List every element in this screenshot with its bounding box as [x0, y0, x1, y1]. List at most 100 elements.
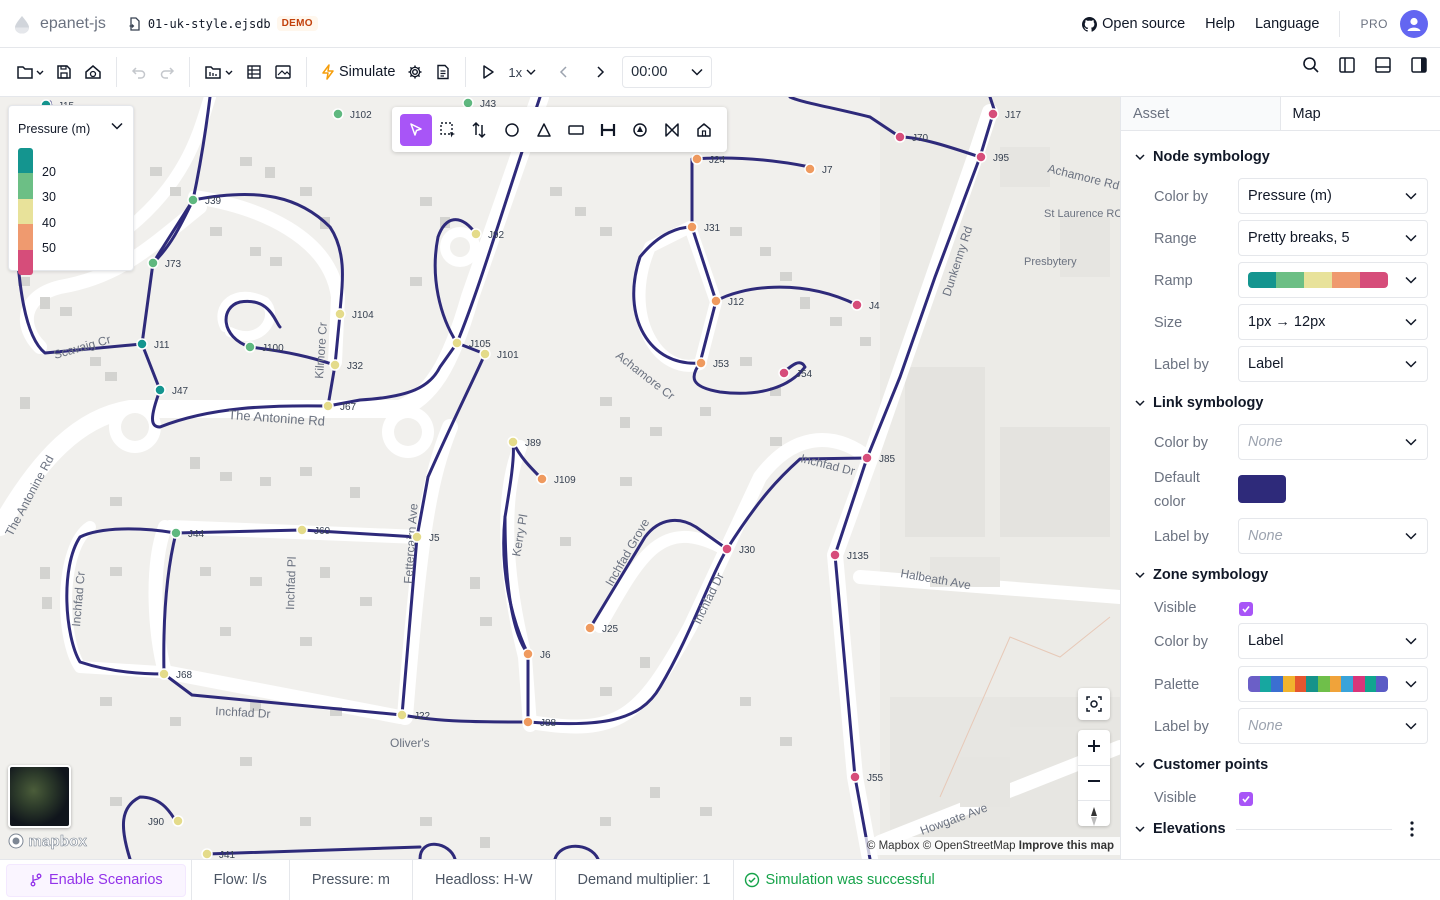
- zone-label-by-select[interactable]: None: [1238, 708, 1428, 744]
- import-menu-button[interactable]: [198, 56, 240, 88]
- junction-node[interactable]: [479, 348, 491, 360]
- mapbox-attribution-link[interactable]: © Mapbox: [867, 840, 920, 852]
- simulation-settings-button[interactable]: [401, 56, 429, 88]
- toggle-left-panel-icon[interactable]: [1338, 56, 1356, 74]
- osm-attribution-link[interactable]: © OpenStreetMap: [923, 840, 1016, 852]
- customer-points-visible-checkbox[interactable]: [1239, 792, 1253, 806]
- time-select[interactable]: 00:00: [622, 56, 713, 88]
- zoom-in-icon[interactable]: [1078, 730, 1110, 762]
- junction-node[interactable]: [396, 709, 408, 721]
- speed-select[interactable]: 1x: [502, 56, 542, 88]
- node-symbology-header[interactable]: Node symbology: [1135, 149, 1270, 165]
- improve-map-link[interactable]: Improve this map: [1019, 840, 1114, 852]
- open-menu-button[interactable]: [10, 56, 50, 88]
- undo-button[interactable]: [125, 56, 153, 88]
- link-symbology-header[interactable]: Link symbology: [1135, 395, 1263, 411]
- junction-node[interactable]: [332, 108, 344, 120]
- tab-asset[interactable]: Asset: [1121, 97, 1281, 130]
- junction-node[interactable]: [584, 622, 596, 634]
- junction-node[interactable]: [691, 153, 703, 165]
- junction-node[interactable]: [804, 163, 816, 175]
- language-link[interactable]: Language: [1255, 16, 1320, 32]
- junction-node[interactable]: [721, 543, 733, 555]
- report-button[interactable]: [429, 56, 457, 88]
- junction-node[interactable]: [778, 367, 790, 379]
- junction-node[interactable]: [829, 549, 841, 561]
- junction-node[interactable]: [334, 308, 346, 320]
- junction-node[interactable]: [296, 524, 308, 536]
- valve-tool-button[interactable]: [656, 114, 688, 146]
- play-button[interactable]: [474, 56, 502, 88]
- customer-points-header[interactable]: Customer points: [1135, 757, 1268, 773]
- junction-node[interactable]: [710, 295, 722, 307]
- chevron-down-icon[interactable]: [111, 122, 123, 130]
- pressure-units[interactable]: Pressure: m: [290, 859, 414, 900]
- junction-node[interactable]: [147, 257, 159, 269]
- zone-palette-select[interactable]: [1238, 666, 1428, 702]
- image-button[interactable]: [268, 56, 298, 88]
- junction-node[interactable]: [451, 337, 463, 349]
- compass-icon[interactable]: [1078, 801, 1110, 832]
- pump-tool-button[interactable]: [624, 114, 656, 146]
- demand-multiplier[interactable]: Demand multiplier: 1: [556, 859, 734, 900]
- enable-scenarios-button[interactable]: Enable Scenarios: [6, 863, 186, 897]
- junction-node[interactable]: [695, 357, 707, 369]
- junction-node[interactable]: [170, 527, 182, 539]
- junction-node[interactable]: [187, 194, 199, 206]
- previous-step-button[interactable]: [550, 56, 578, 88]
- open-source-link[interactable]: Open source: [1082, 16, 1185, 32]
- node-range-select[interactable]: Pretty breaks, 5: [1238, 220, 1428, 256]
- zone-color-by-select[interactable]: Label: [1238, 623, 1428, 659]
- save-button[interactable]: [50, 56, 78, 88]
- more-options-icon[interactable]: [1408, 820, 1416, 838]
- user-avatar[interactable]: [1400, 10, 1428, 38]
- node-label-by-select[interactable]: Label: [1238, 346, 1428, 382]
- map-canvas[interactable]: Scavaig Cr The Antonine Rd Kilmore Cr Ac…: [0, 97, 1120, 859]
- junction-node[interactable]: [154, 384, 166, 396]
- area-select-tool-button[interactable]: [432, 114, 464, 146]
- junction-node[interactable]: [329, 359, 341, 371]
- zone-visible-checkbox[interactable]: [1239, 602, 1253, 616]
- node-ramp-select[interactable]: [1238, 262, 1428, 298]
- junction-node[interactable]: [536, 473, 548, 485]
- tank-tool-button[interactable]: [560, 114, 592, 146]
- junction-node[interactable]: [136, 338, 148, 350]
- link-color-by-select[interactable]: None: [1238, 424, 1428, 460]
- node-color-by-select[interactable]: Pressure (m): [1238, 178, 1428, 214]
- junction-node[interactable]: [172, 815, 184, 827]
- default-link-color-swatch[interactable]: [1238, 475, 1286, 503]
- toggle-right-panel-icon[interactable]: [1410, 56, 1428, 74]
- junction-node[interactable]: [158, 668, 170, 680]
- save-as-button[interactable]: [78, 56, 108, 88]
- customer-tool-button[interactable]: [688, 114, 720, 146]
- flow-units[interactable]: Flow: l/s: [192, 859, 290, 900]
- table-button[interactable]: [240, 56, 268, 88]
- junction-node[interactable]: [861, 452, 873, 464]
- junction-node[interactable]: [411, 531, 423, 543]
- junction-node[interactable]: [987, 108, 999, 120]
- satellite-toggle[interactable]: [8, 765, 71, 828]
- search-icon[interactable]: [1302, 56, 1320, 74]
- junction-node[interactable]: [522, 716, 534, 728]
- node-size-select[interactable]: 1px → 12px: [1238, 304, 1428, 340]
- junction-node[interactable]: [894, 131, 906, 143]
- zone-symbology-header[interactable]: Zone symbology: [1135, 567, 1268, 583]
- junction-node[interactable]: [522, 648, 534, 660]
- junction-node[interactable]: [686, 221, 698, 233]
- reservoir-tool-button[interactable]: [528, 114, 560, 146]
- locate-button[interactable]: [1078, 688, 1110, 720]
- link-label-by-select[interactable]: None: [1238, 518, 1428, 554]
- simulate-button[interactable]: Simulate: [315, 56, 401, 88]
- junction-node[interactable]: [851, 299, 863, 311]
- junction-node[interactable]: [507, 436, 519, 448]
- next-step-button[interactable]: [586, 56, 614, 88]
- headloss-formula[interactable]: Headloss: H-W: [413, 859, 556, 900]
- junction-node[interactable]: [201, 848, 213, 859]
- junction-tool-button[interactable]: [496, 114, 528, 146]
- elevations-header[interactable]: Elevations: [1135, 821, 1226, 837]
- redo-button[interactable]: [153, 56, 181, 88]
- junction-node[interactable]: [244, 341, 256, 353]
- zoom-out-icon[interactable]: [1078, 766, 1110, 797]
- toggle-bottom-panel-icon[interactable]: [1374, 56, 1392, 74]
- junction-node[interactable]: [975, 151, 987, 163]
